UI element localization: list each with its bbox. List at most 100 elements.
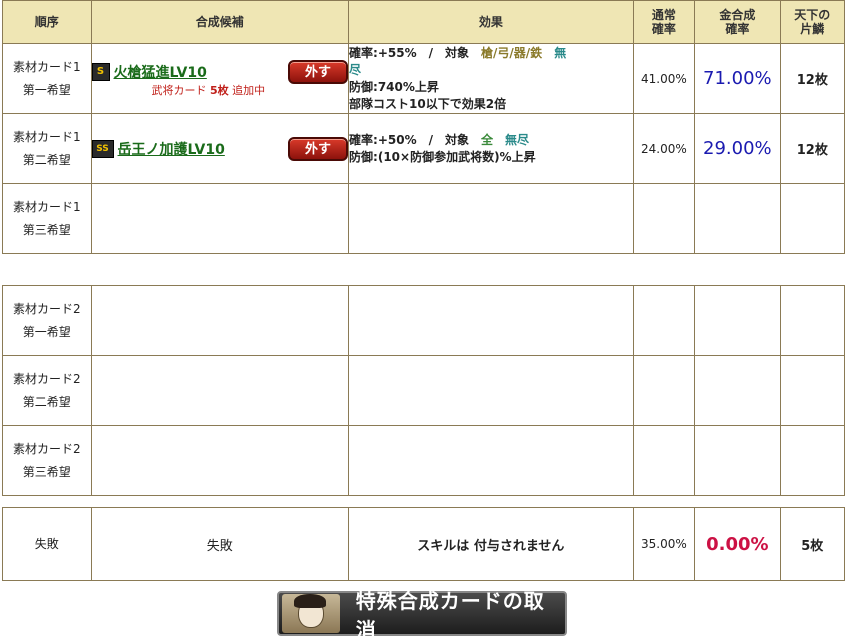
effect-rate: 確率:+55% / 対象	[349, 45, 469, 60]
gold-rate-empty	[694, 285, 781, 356]
order-cell: 素材カード1 第三希望	[2, 183, 92, 254]
table-row: 素材カード2 第三希望	[2, 425, 846, 496]
candidate-cell-empty[interactable]	[90, 285, 350, 356]
effect-cell-empty	[348, 285, 634, 356]
remove-button[interactable]: 外す	[288, 136, 349, 161]
order-line1: 素材カード1	[12, 129, 81, 144]
normal-rate-empty	[632, 285, 696, 356]
fragments-empty	[779, 355, 846, 426]
cancel-button-label: 特殊合成カードの取消	[355, 588, 545, 642]
order-cell: 素材カード1 第一希望	[2, 43, 92, 114]
table-row: 素材カード2 第一希望	[2, 285, 846, 356]
effect-targets-3: 尽	[349, 62, 362, 77]
effect-line2: 防御:(10×防御参加武将数)%上昇	[349, 149, 536, 164]
order-line1: 素材カード2	[12, 301, 81, 316]
normal-rate: 24.00%	[632, 113, 696, 184]
candidate-cell-empty[interactable]	[90, 183, 350, 254]
fragments-empty	[779, 285, 846, 356]
order-line1: 素材カード1	[12, 59, 81, 74]
header-fragments: 天下の 片鱗	[779, 0, 846, 44]
header-candidate: 合成候補	[90, 0, 350, 44]
order-cell: 素材カード1 第二希望	[2, 113, 92, 184]
header-table: 順序 合成候補 効果 通常 確率 金合成 確率 天下の 片鱗	[2, 0, 846, 44]
table-row: 素材カード2 第二希望	[2, 355, 846, 426]
effect-targets: 槍/弓/器/鉄	[481, 45, 543, 60]
general-portrait-icon	[282, 594, 340, 633]
added-prefix: 武将カード	[151, 83, 207, 97]
order-line2: 第三希望	[22, 222, 71, 237]
fail-normal-rate: 35.00%	[632, 507, 696, 581]
table-row: 素材カード1 第二希望 SS 岳王ノ加護LV10 外す 確率:+50% / 対象 …	[2, 113, 846, 184]
fail-candidate: 失敗	[90, 507, 350, 581]
header-normal-rate-line2: 確率	[651, 22, 676, 36]
cancel-special-card-button[interactable]: 特殊合成カードの取消	[277, 589, 567, 642]
added-count: 5枚	[210, 83, 229, 97]
fragments-empty	[779, 183, 846, 254]
order-cell: 素材カード2 第二希望	[2, 355, 92, 426]
fail-effect: スキルは 付与されません	[348, 507, 634, 581]
order-cell: 素材カード2 第三希望	[2, 425, 92, 496]
header-gold-rate: 金合成 確率	[694, 0, 781, 44]
order-line2: 第三希望	[22, 464, 71, 479]
header-gold-rate-line1: 金合成	[719, 8, 756, 22]
order-line1: 素材カード1	[12, 199, 81, 214]
table-row: 素材カード1 第三希望	[2, 183, 846, 254]
effect-rate: 確率:+50% / 対象	[349, 132, 469, 147]
fragments: 12枚	[779, 43, 846, 114]
candidate-cell-empty[interactable]	[90, 425, 350, 496]
failure-table: 失敗 失敗 スキルは 付与されません 35.00% 0.00% 5枚	[2, 507, 846, 581]
effect-cell-empty	[348, 355, 634, 426]
effect-cell: 確率:+55% / 対象 槍/弓/器/鉄 無尽防御:740%上昇部隊コスト10以…	[348, 43, 634, 114]
fragments-empty	[779, 425, 846, 496]
header-effect: 効果	[348, 0, 634, 44]
effect-cell-empty	[348, 425, 634, 496]
material-card-1-table: 素材カード1 第一希望 S 火槍猛進LV10 外す 武将カード 5枚 追加中 確率…	[2, 43, 846, 254]
material-card-2-table: 素材カード2 第一希望 素材カード2 第二希望 素材カード2 第三希望	[2, 285, 846, 496]
order-line1: 素材カード2	[12, 371, 81, 386]
header-normal-rate: 通常 確率	[632, 0, 696, 44]
rank-badge: SS	[91, 139, 114, 158]
rank-badge: S	[91, 62, 110, 81]
fail-order: 失敗	[2, 507, 92, 581]
skill-link[interactable]: 火槍猛進LV10	[114, 62, 289, 82]
added-suffix: 追加中	[232, 83, 266, 97]
order-line2: 第二希望	[22, 152, 71, 167]
effect-cell: 確率:+50% / 対象 全 無尽防御:(10×防御参加武将数)%上昇	[348, 113, 634, 184]
normal-rate-empty	[632, 425, 696, 496]
added-note: 武将カード 5枚 追加中	[152, 84, 349, 98]
fail-gold-rate: 0.00%	[694, 507, 781, 581]
header-fragments-line1: 天下の	[794, 8, 831, 22]
table-row: 失敗 失敗 スキルは 付与されません 35.00% 0.00% 5枚	[2, 507, 846, 581]
fragments: 12枚	[779, 113, 846, 184]
effect-targets: 全	[481, 132, 494, 147]
remove-button[interactable]: 外す	[288, 59, 349, 84]
order-cell: 素材カード2 第一希望	[2, 285, 92, 356]
gold-rate: 71.00%	[694, 43, 781, 114]
normal-rate-empty	[632, 183, 696, 254]
skill-link[interactable]: 岳王ノ加護LV10	[118, 139, 289, 159]
gold-rate-empty	[694, 425, 781, 496]
normal-rate-empty	[632, 355, 696, 426]
effect-line3: 部隊コスト10以下で効果2倍	[349, 96, 507, 111]
gold-rate: 29.00%	[694, 113, 781, 184]
effect-cell-empty	[348, 183, 634, 254]
effect-targets-2: 無	[554, 45, 567, 60]
candidate-cell-empty[interactable]	[90, 355, 350, 426]
header-order: 順序	[2, 0, 92, 44]
candidate-cell: SS 岳王ノ加護LV10 外す	[90, 113, 350, 184]
header-normal-rate-line1: 通常	[651, 8, 676, 22]
order-line2: 第二希望	[22, 394, 71, 409]
gold-rate-empty	[694, 355, 781, 426]
fail-fragments: 5枚	[779, 507, 846, 581]
order-line1: 素材カード2	[12, 441, 81, 456]
order-line2: 第一希望	[22, 324, 71, 339]
gold-rate-empty	[694, 183, 781, 254]
header-gold-rate-line2: 確率	[725, 22, 750, 36]
effect-line2: 防御:740%上昇	[349, 79, 439, 94]
table-row: 素材カード1 第一希望 S 火槍猛進LV10 外す 武将カード 5枚 追加中 確率…	[2, 43, 846, 114]
normal-rate: 41.00%	[632, 43, 696, 114]
candidate-cell: S 火槍猛進LV10 外す 武将カード 5枚 追加中	[90, 43, 350, 114]
effect-targets-2: 無尽	[505, 132, 530, 147]
order-line2: 第一希望	[22, 82, 71, 97]
header-fragments-line2: 片鱗	[800, 22, 825, 36]
